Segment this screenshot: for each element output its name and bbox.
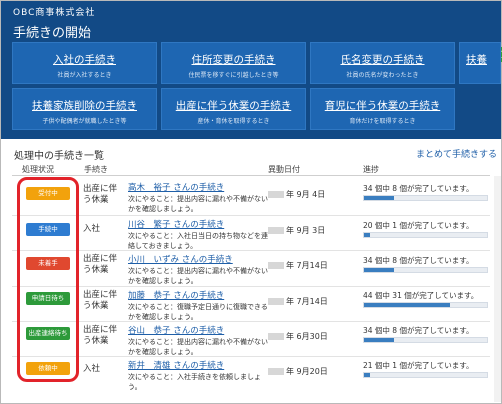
progress-fill	[364, 233, 371, 237]
progress-bar	[363, 267, 488, 273]
tile-childcare-leave[interactable]: 育児に伴う休業の手続き 育休だけを取得するとき	[310, 88, 455, 130]
progress-bar	[363, 337, 488, 343]
procedure-link[interactable]: 高木 裕子 さんの手続き	[128, 181, 224, 193]
progress-bar	[363, 302, 488, 308]
tile-hire[interactable]: 入社の手続き 社員が入社するとき	[12, 42, 157, 84]
procedure-link[interactable]: 川谷 繁子 さんの手続き	[128, 218, 224, 230]
change-date-text: 年 6月30日	[286, 332, 328, 341]
next-action: 次にやること：提出内容に漏れや不備がないかを確認しましょう。	[128, 195, 268, 213]
tile-subtitle: 住民票を移すぐに引越したとき等	[188, 72, 279, 79]
tile-subtitle: 社員が入社するとき	[57, 72, 112, 79]
page-title: 手続きの開始	[13, 26, 92, 41]
column-header-progress: 進捗	[363, 165, 379, 174]
procedure-type: 出産に伴う休業	[83, 184, 118, 205]
procedure-link[interactable]: 小川 いずみ さんの手続き	[128, 253, 233, 265]
progress-fill	[364, 303, 451, 307]
tile-title: 入社の手続き	[53, 54, 116, 66]
tile-subtitle: 産休・育休を取得するとき	[197, 118, 270, 125]
progress-fill	[364, 338, 394, 342]
tile-title: 出産に伴う休業の手続き	[175, 100, 292, 112]
row-divider	[12, 250, 490, 251]
progress-fill	[364, 373, 371, 377]
change-date: 年 7月14日	[268, 260, 328, 271]
status-highlight-ring	[17, 177, 79, 382]
change-date-text: 年 9月20日	[286, 367, 328, 376]
progress-fill	[364, 196, 394, 200]
procedure-type: 入社	[83, 224, 101, 234]
progress-text: 34 個中 8 個が完了しています。	[363, 256, 474, 265]
column-header-procedure: 手続き	[84, 165, 108, 174]
masked-year	[268, 298, 284, 305]
next-action: 次にやること：復職予定日通りに復職できるかを確認しましょう。	[128, 303, 268, 321]
progress-text: 44 個中 31 個が完了しています。	[363, 291, 479, 300]
scrollbar[interactable]	[494, 176, 501, 402]
change-date-text: 年 9月 4日	[286, 190, 326, 199]
next-action: 次にやること：提出内容に漏れや不備がないかを確認しましょう。	[128, 338, 268, 356]
change-date-text: 年 7月14日	[286, 297, 328, 306]
procedure-type: 出産に伴う休業	[83, 325, 118, 346]
next-action: 次にやること：提出内容に漏れや不備がないかを確認しましょう。	[128, 267, 268, 285]
tile-title: 住所変更の手続き	[191, 54, 276, 66]
procedure-type: 入社	[83, 364, 101, 374]
change-date-text: 年 9月 3日	[286, 226, 326, 235]
header-divider	[12, 175, 490, 176]
procedure-type: 出産に伴う休業	[83, 290, 118, 311]
masked-year	[268, 262, 284, 269]
next-action: 次にやること：入社日当日の持ち物などを連絡しておきましょう。	[128, 232, 268, 250]
change-date-text: 年 7月14日	[286, 261, 328, 270]
tile-subtitle: 子供や配偶者が就職したとき等	[42, 118, 127, 125]
row-divider	[12, 356, 490, 357]
row-divider	[12, 215, 490, 216]
masked-year	[268, 227, 284, 234]
masked-year	[268, 368, 284, 375]
progress-text: 20 個中 1 個が完了しています。	[363, 221, 474, 230]
section-title: 処理中の手続き一覧	[14, 151, 104, 162]
tile-subtitle: 育休だけを取得するとき	[349, 118, 416, 125]
tile-address-change[interactable]: 住所変更の手続き 住民票を移すぐに引越したとき等	[161, 42, 306, 84]
progress-text: 21 個中 1 個が完了しています。	[363, 361, 474, 370]
progress-text: 34 個中 8 個が完了しています。	[363, 184, 474, 193]
tile-title: 扶養家族削除の手続き	[32, 100, 137, 112]
change-date: 年 9月 3日	[268, 225, 325, 236]
procedure-link[interactable]: 加藤 恭子 さんの手続き	[128, 289, 224, 301]
change-date: 年 9月20日	[268, 366, 328, 377]
masked-year	[268, 191, 284, 198]
progress-text: 34 個中 8 個が完了しています。	[363, 326, 474, 335]
tile-name-change[interactable]: 氏名変更の手続き 社員の氏名が変わったとき	[310, 42, 455, 84]
next-action: 次にやること：入社手続きを依頼しましょう。	[128, 373, 261, 391]
progress-bar	[363, 372, 488, 378]
progress-bar	[363, 195, 488, 201]
tile-dependent[interactable]: 扶養	[459, 42, 501, 84]
row-divider	[12, 286, 490, 287]
bulk-process-link[interactable]: まとめて手続きする	[416, 147, 497, 160]
change-date: 年 7月14日	[268, 296, 328, 307]
tile-title: 育児に伴う休業の手続き	[324, 100, 441, 112]
tile-title: 扶養	[466, 54, 487, 66]
change-date: 年 9月 4日	[268, 189, 325, 200]
tile-dependent-removal[interactable]: 扶養家族削除の手続き 子供や配偶者が就職したとき等	[12, 88, 157, 130]
change-date: 年 6月30日	[268, 331, 328, 342]
column-header-date: 異動日付	[268, 165, 300, 174]
tile-maternity-leave[interactable]: 出産に伴う休業の手続き 産休・育休を取得するとき	[161, 88, 306, 130]
masked-year	[268, 333, 284, 340]
column-header-status: 処理状況	[22, 165, 54, 174]
tile-title: 氏名変更の手続き	[340, 54, 425, 66]
progress-bar	[363, 232, 488, 238]
company-name: OBC商事株式会社	[13, 8, 96, 18]
procedure-link[interactable]: 谷山 恭子 さんの手続き	[128, 324, 224, 336]
progress-fill	[364, 268, 394, 272]
procedure-type: 出産に伴う休業	[83, 254, 118, 275]
procedure-link[interactable]: 新井 清雄 さんの手続き	[128, 359, 224, 371]
tile-subtitle: 社員の氏名が変わったとき	[346, 72, 419, 79]
row-divider	[12, 321, 490, 322]
